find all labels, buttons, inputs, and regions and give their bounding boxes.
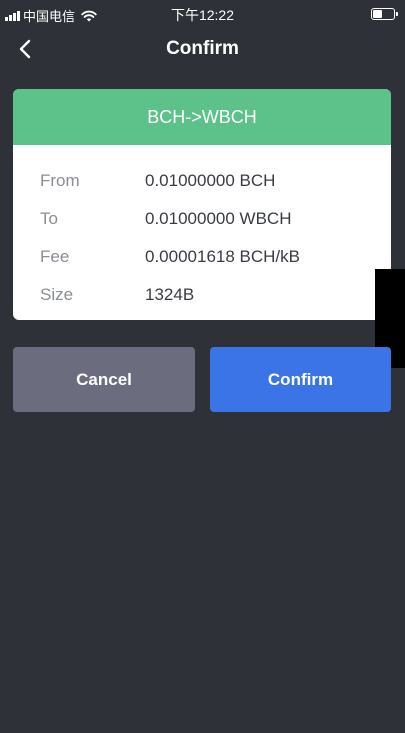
- detail-list: From 0.01000000 BCH To 0.01000000 WBCH F…: [13, 145, 391, 314]
- detail-label: From: [40, 171, 80, 190]
- detail-row-from: From 0.01000000 BCH: [13, 162, 391, 200]
- status-bar: 中国电信 下午12:22: [0, 0, 405, 28]
- battery-icon: [371, 8, 398, 20]
- detail-row-fee: Fee 0.00001618 BCH/kB: [13, 238, 391, 276]
- page-title: Confirm: [166, 38, 239, 59]
- nav-bar: Confirm: [0, 28, 405, 72]
- detail-row-to: To 0.01000000 WBCH: [13, 200, 391, 238]
- cancel-button[interactable]: Cancel: [13, 347, 195, 412]
- detail-value: 1324B: [145, 285, 195, 304]
- confirm-button[interactable]: Confirm: [210, 347, 391, 412]
- detail-label: Fee: [40, 247, 70, 266]
- detail-label: To: [40, 209, 58, 228]
- detail-value: 0.01000000 BCH: [145, 171, 276, 190]
- status-time: 下午12:22: [170, 7, 235, 23]
- confirm-card: BCH->WBCH From 0.01000000 BCH To 0.01000…: [13, 89, 391, 320]
- detail-value: 0.01000000 WBCH: [145, 209, 292, 228]
- detail-row-size: Size 1324B: [13, 276, 391, 314]
- detail-label: Size: [40, 285, 74, 304]
- confirm-screen: 中国电信 下午12:22 Confirm BCH->WBCH From 0.01…: [0, 0, 405, 733]
- card-header: BCH->WBCH: [13, 89, 391, 145]
- detail-value: 0.00001618 BCH/kB: [145, 247, 300, 266]
